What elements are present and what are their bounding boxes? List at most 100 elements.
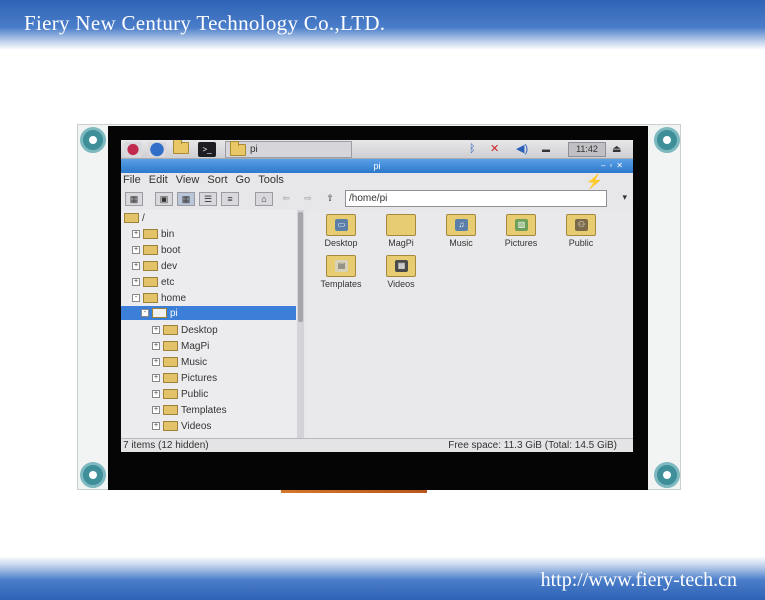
tree-item-label: dev: [161, 260, 178, 272]
home-icon[interactable]: ⌂: [255, 192, 273, 206]
clock[interactable]: 11:42: [568, 142, 606, 157]
location-path: /home/pi: [349, 193, 388, 204]
menubar: File Edit View Sort Go Tools: [123, 174, 284, 190]
scrollbar-thumb[interactable]: [298, 212, 303, 322]
folder-icon: [143, 229, 158, 239]
raspberry-menu-icon[interactable]: [124, 142, 142, 157]
tree-item-public[interactable]: + Public: [152, 387, 208, 401]
company-url[interactable]: http://www.fiery-tech.cn: [541, 569, 737, 592]
folder-item-desktop[interactable]: ▭ Desktop: [315, 214, 367, 248]
menu-go[interactable]: Go: [236, 174, 251, 190]
eject-icon[interactable]: ⏏: [612, 142, 621, 157]
terminal-icon[interactable]: >_: [198, 142, 216, 157]
folder-item-label: Music: [449, 238, 473, 248]
tree-item-music[interactable]: + Music: [152, 355, 207, 369]
file-manager-icon[interactable]: [173, 140, 191, 157]
up-icon[interactable]: ⇧: [321, 192, 339, 206]
view-thumbnails-icon[interactable]: ▦: [177, 192, 195, 206]
taskbar-task-pi[interactable]: pi: [225, 140, 352, 158]
view-list-icon[interactable]: ≡: [221, 192, 239, 206]
menu-file[interactable]: File: [123, 174, 141, 190]
expander-icon[interactable]: +: [152, 406, 160, 414]
back-icon[interactable]: ⇦: [277, 192, 295, 206]
tree-item-label: /: [142, 212, 145, 224]
bluetooth-icon[interactable]: ᛒ: [469, 142, 476, 157]
tree-item-label: Desktop: [181, 324, 218, 336]
tree-item-pi[interactable]: - pi: [121, 306, 296, 320]
task-label: pi: [250, 144, 258, 155]
folder-item-pictures[interactable]: ▨ Pictures: [495, 214, 547, 248]
expander-icon[interactable]: +: [152, 326, 160, 334]
expander-icon[interactable]: +: [152, 358, 160, 366]
view-compact-icon[interactable]: ☰: [199, 192, 217, 206]
folder-icon: [143, 293, 158, 303]
location-input[interactable]: /home/pi: [345, 190, 607, 207]
expander-icon[interactable]: +: [152, 374, 160, 382]
tree-item-label: Public: [181, 388, 209, 400]
tree-item-videos[interactable]: + Videos: [152, 419, 211, 433]
home-folder-icon: [152, 308, 167, 318]
tree-item-label: etc: [161, 276, 175, 288]
folder-item-magpi[interactable]: MagPi: [375, 214, 427, 248]
expander-icon[interactable]: -: [132, 294, 140, 302]
folder-item-videos[interactable]: ▦ Videos: [375, 255, 427, 289]
folder-icon: [163, 325, 178, 335]
tree-scrollbar[interactable]: [297, 210, 304, 440]
tree-item-magpi[interactable]: + MagPi: [152, 339, 209, 353]
tree-item-label: MagPi: [181, 340, 210, 352]
tree-item-etc[interactable]: + etc: [132, 275, 174, 289]
tree-item-bin[interactable]: + bin: [132, 227, 174, 241]
sidepane-toggle-icon[interactable]: ▦: [125, 192, 143, 206]
root-warning-bolt-icon: ⚡: [585, 173, 603, 189]
folder-icon: [143, 277, 158, 287]
tree-item-label: Templates: [181, 404, 227, 416]
tree-item-root[interactable]: /: [124, 211, 145, 225]
status-bar: 7 items (12 hidden) Free space: 11.3 GiB…: [121, 438, 633, 452]
mounting-hole-icon: [80, 462, 106, 488]
expander-icon[interactable]: +: [152, 422, 160, 430]
tree-item-label: Music: [181, 356, 208, 368]
pictures-folder-icon: ▨: [506, 214, 536, 236]
folder-item-label: Videos: [387, 279, 415, 289]
window-controls[interactable]: ‒▫✕: [601, 159, 627, 173]
folder-item-templates[interactable]: ▤ Templates: [315, 255, 367, 289]
folder-icon: [163, 405, 178, 415]
menu-sort[interactable]: Sort: [207, 174, 227, 190]
expander-icon[interactable]: +: [132, 230, 140, 238]
expander-icon[interactable]: -: [141, 309, 149, 317]
expander-icon[interactable]: +: [132, 262, 140, 270]
folder-item-music[interactable]: ♫ Music: [435, 214, 487, 248]
magpi-folder-icon: [386, 214, 416, 236]
window-title: pi: [373, 161, 381, 171]
tree-item-desktop[interactable]: + Desktop: [152, 323, 218, 337]
browser-globe-icon[interactable]: [148, 142, 166, 157]
location-dropdown-icon[interactable]: ▾: [622, 192, 627, 203]
tree-item-label: home: [161, 292, 187, 304]
forward-icon[interactable]: ⇨: [299, 192, 317, 206]
view-icons-icon[interactable]: ▣: [155, 192, 173, 206]
folder-icon: [124, 213, 139, 223]
expander-icon[interactable]: +: [152, 390, 160, 398]
tree-item-boot[interactable]: + boot: [132, 243, 180, 257]
network-disconnected-icon[interactable]: ✕: [490, 142, 499, 157]
tree-item-pictures[interactable]: + Pictures: [152, 371, 217, 385]
menu-view[interactable]: View: [176, 174, 200, 190]
tree-item-label: boot: [161, 244, 181, 256]
folder-icon: [163, 389, 178, 399]
volume-icon[interactable]: ◀): [516, 142, 528, 157]
bottom-banner: http://www.fiery-tech.cn: [0, 556, 765, 600]
folder-item-public[interactable]: ⚇ Public: [555, 214, 607, 248]
expander-icon[interactable]: +: [132, 246, 140, 254]
folder-icon: [230, 140, 246, 156]
videos-folder-icon: ▦: [386, 255, 416, 277]
tree-item-home[interactable]: - home: [132, 291, 186, 305]
menu-edit[interactable]: Edit: [149, 174, 168, 190]
menu-tools[interactable]: Tools: [258, 174, 284, 190]
toolbar: ▦ ▣ ▦ ☰ ≡ ⌂ ⇦ ⇨ ⇧ /home/pi ▾: [123, 190, 631, 208]
window-titlebar[interactable]: pi ‒▫✕: [121, 159, 633, 173]
tree-item-templates[interactable]: + Templates: [152, 403, 227, 417]
tree-item-dev[interactable]: + dev: [132, 259, 177, 273]
expander-icon[interactable]: +: [132, 278, 140, 286]
folder-item-label: MagPi: [388, 238, 414, 248]
expander-icon[interactable]: +: [152, 342, 160, 350]
